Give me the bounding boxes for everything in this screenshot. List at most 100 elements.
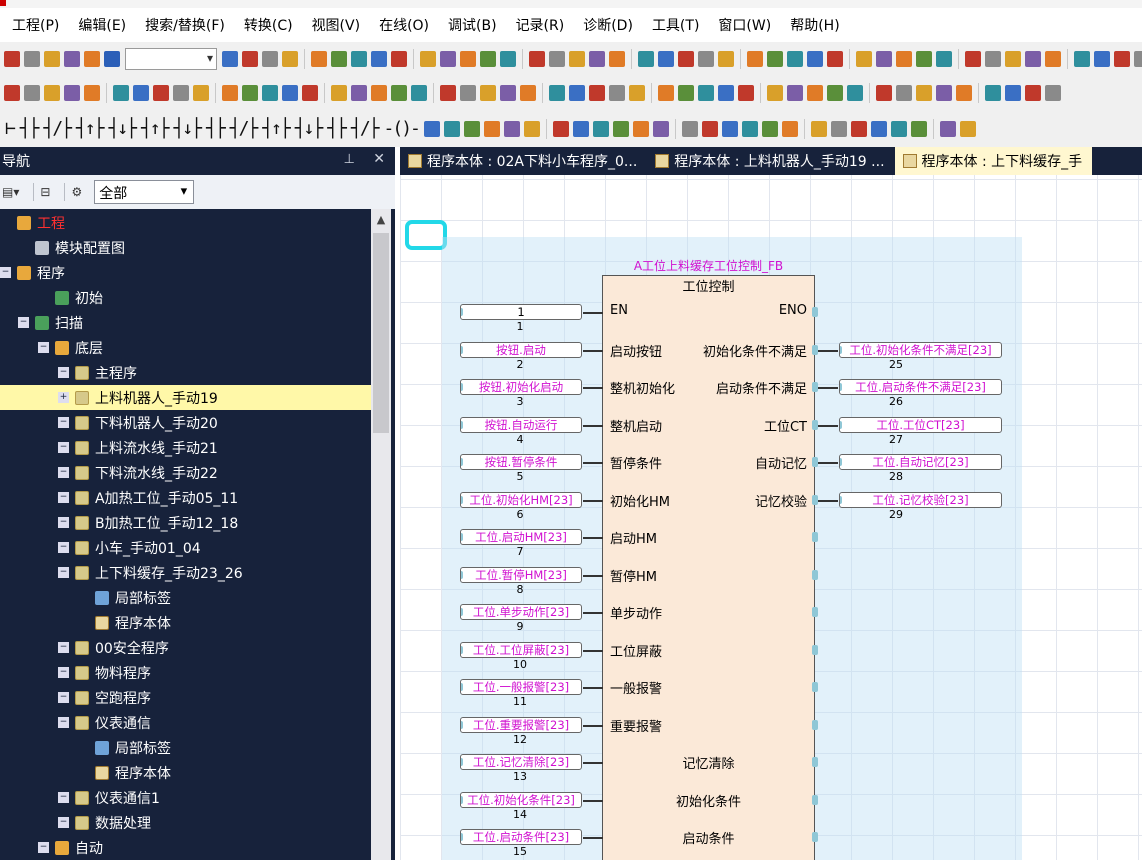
fbd-editor-canvas[interactable]: A工位上料缓存工位控制_FB 工位控制 EN 1 1 启动按钮 按钮.启动 2 整机初始化按…: [400, 175, 1142, 860]
tree-item[interactable]: − B加热工位_手动12_18: [0, 510, 371, 535]
toolbar-button-icon[interactable]: [569, 85, 585, 101]
tree-item[interactable]: + 上料机器人_手动19: [0, 385, 371, 410]
toolbar-button-icon[interactable]: [411, 85, 427, 101]
toolbar-button-icon[interactable]: [44, 85, 60, 101]
toolbar-button-icon[interactable]: [629, 85, 645, 101]
menu-item[interactable]: 记录(R): [510, 15, 578, 35]
tree-item[interactable]: 工程: [0, 210, 371, 235]
toolbar-button-icon[interactable]: [612, 120, 629, 137]
help-icon[interactable]: [104, 51, 120, 67]
toolbar-button-icon[interactable]: [965, 51, 981, 67]
toolbar-button-icon[interactable]: [741, 120, 758, 137]
toolbar-button-icon[interactable]: [529, 51, 545, 67]
toolbar-button-icon[interactable]: [64, 85, 80, 101]
toolbar-button-icon[interactable]: [896, 85, 912, 101]
toolbar-button-icon[interactable]: [113, 85, 129, 101]
toolbar-button-icon[interactable]: [222, 85, 238, 101]
fb-input-variable[interactable]: 工位.单步动作[23]: [460, 604, 582, 620]
toolbar-button-icon[interactable]: [242, 85, 258, 101]
gear-icon[interactable]: ⚙: [71, 185, 82, 199]
expand-toggle-icon[interactable]: −: [38, 342, 49, 353]
collapse-all-icon[interactable]: ⊟: [40, 185, 50, 199]
toolbar-button-icon[interactable]: [282, 51, 298, 67]
fb-input-variable[interactable]: 工位.启动条件[23]: [460, 829, 582, 845]
fb-output-variable[interactable]: 工位.工位CT[23]: [839, 416, 1002, 433]
toolbar-button-icon[interactable]: [391, 85, 407, 101]
toolbar-button-icon[interactable]: [589, 85, 605, 101]
toolbar-button-icon[interactable]: [351, 85, 367, 101]
toolbar-button-icon[interactable]: [939, 120, 956, 137]
pin-icon[interactable]: ⊥: [344, 152, 355, 167]
toolbar-button-icon[interactable]: [632, 120, 649, 137]
toolbar-button-icon[interactable]: [440, 51, 456, 67]
editor-tab[interactable]: 程序本体 : 02A下料小车程序_0...: [400, 147, 647, 175]
toolbar-button-icon[interactable]: [480, 51, 496, 67]
toolbar-button-icon[interactable]: [876, 51, 892, 67]
output-connector-icon[interactable]: [812, 757, 818, 767]
toolbar-button-icon[interactable]: [500, 51, 516, 67]
ladder-contact-icon[interactable]: ┤├: [206, 118, 226, 139]
fb-input-variable[interactable]: 工位.记忆清除[23]: [460, 754, 582, 770]
toolbar-button-icon[interactable]: [810, 120, 827, 137]
tree-item[interactable]: − 程序: [0, 260, 371, 285]
expand-toggle-icon[interactable]: −: [18, 317, 29, 328]
ladder-contact-icon[interactable]: ┤├: [327, 118, 347, 139]
tree-item[interactable]: − 下料流水线_手动22: [0, 460, 371, 485]
toolbar-button-icon[interactable]: [302, 85, 318, 101]
toolbar-button-icon[interactable]: [549, 85, 565, 101]
toolbar-button-icon[interactable]: [500, 85, 516, 101]
menu-item[interactable]: 工具(T): [646, 15, 712, 35]
expand-toggle-icon[interactable]: −: [38, 842, 49, 853]
fb-output-variable[interactable]: 工位.记忆校验[23]: [839, 491, 1002, 508]
toolbar-button-icon[interactable]: [371, 85, 387, 101]
device-select[interactable]: [125, 48, 217, 70]
toolbar-button-icon[interactable]: [876, 85, 892, 101]
toolbar-button-icon[interactable]: [1005, 85, 1021, 101]
toolbar-button-icon[interactable]: [1094, 51, 1110, 67]
toolbar-button-icon[interactable]: [523, 120, 540, 137]
toolbar-button-icon[interactable]: [460, 85, 476, 101]
ladder-contact-icon[interactable]: ┤/├: [44, 118, 72, 139]
menu-item[interactable]: 在线(O): [373, 15, 442, 35]
fb-input-variable[interactable]: 按钮.暂停条件: [460, 454, 582, 470]
tree-item[interactable]: 局部标签: [0, 585, 371, 610]
toolbar-button-icon[interactable]: [916, 51, 932, 67]
toolbar-button-icon[interactable]: [652, 120, 669, 137]
toolbar-button-icon[interactable]: [638, 51, 654, 67]
toolbar-button-icon[interactable]: [173, 85, 189, 101]
toolbar-button-icon[interactable]: [910, 120, 927, 137]
expand-toggle-icon[interactable]: −: [58, 642, 69, 653]
ladder-contact-icon[interactable]: ┤/├: [230, 118, 258, 139]
toolbar-button-icon[interactable]: [701, 120, 718, 137]
toolbar-button-icon[interactable]: [1074, 51, 1090, 67]
toolbar-button-icon[interactable]: [767, 85, 783, 101]
toolbar-button-icon[interactable]: [262, 85, 278, 101]
toolbar-button-icon[interactable]: [520, 85, 536, 101]
fb-input-variable[interactable]: 工位.一般报警[23]: [460, 679, 582, 695]
fb-input-variable[interactable]: 按钮.初始化启动: [460, 379, 582, 395]
toolbar-button-icon[interactable]: [787, 51, 803, 67]
menu-item[interactable]: 调试(B): [442, 15, 510, 35]
toolbar-button-icon[interactable]: [1005, 51, 1021, 67]
tree-item[interactable]: − 仪表通信: [0, 710, 371, 735]
expand-toggle-icon[interactable]: −: [0, 267, 11, 278]
toolbar-button-icon[interactable]: [1134, 51, 1142, 67]
toolbar-button-icon[interactable]: [721, 120, 738, 137]
menu-item[interactable]: 转换(C): [238, 15, 306, 35]
toolbar-button-icon[interactable]: [222, 51, 238, 67]
tree-view-dropdown-icon[interactable]: ▤▾: [2, 185, 19, 199]
output-connector-icon[interactable]: [812, 682, 818, 692]
fb-output-variable[interactable]: 工位.启动条件不满足[23]: [839, 379, 1002, 395]
tree-item[interactable]: − 底层: [0, 335, 371, 360]
toolbar-button-icon[interactable]: [658, 85, 674, 101]
tree-item[interactable]: − 上料流水线_手动21: [0, 435, 371, 460]
toolbar-button-icon[interactable]: [420, 51, 436, 67]
toolbar-button-icon[interactable]: [4, 85, 20, 101]
menu-item[interactable]: 编辑(E): [72, 15, 139, 35]
expand-toggle-icon[interactable]: −: [58, 667, 69, 678]
ladder-contact-icon[interactable]: ┤↓├: [295, 118, 323, 139]
toolbar-button-icon[interactable]: [896, 51, 912, 67]
toolbar-button-icon[interactable]: [1025, 85, 1041, 101]
toolbar-button-icon[interactable]: [371, 51, 387, 67]
toolbar-button-icon[interactable]: [718, 85, 734, 101]
